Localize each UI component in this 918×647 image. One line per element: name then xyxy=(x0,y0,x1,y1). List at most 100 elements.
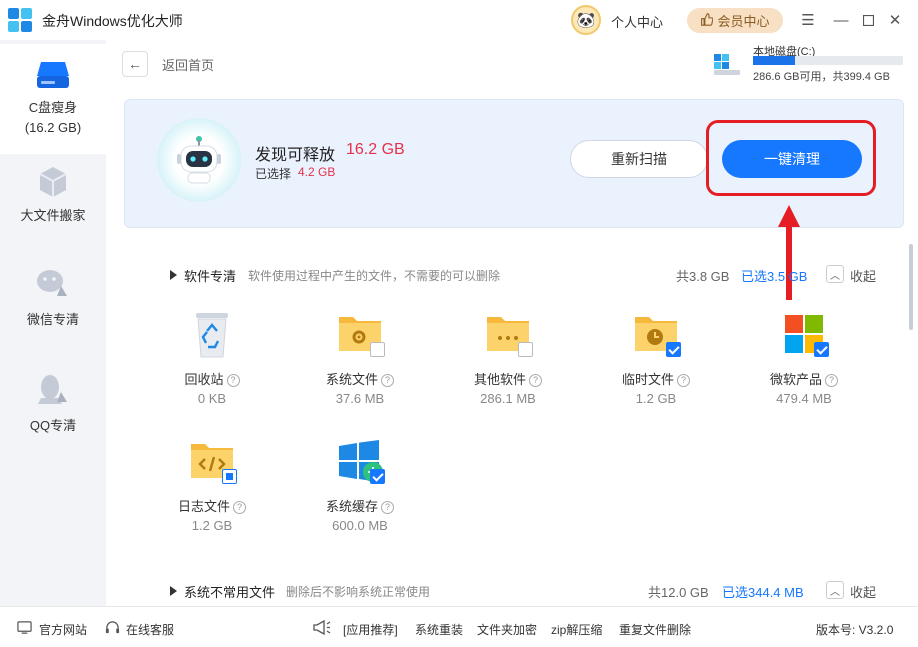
hard-drive-icon xyxy=(37,62,69,88)
section-title: 软件专清 xyxy=(184,269,237,284)
sidebar-item-label: 大文件搬家 xyxy=(20,208,86,223)
checkbox[interactable] xyxy=(370,342,385,357)
qq-broom-icon xyxy=(38,375,67,404)
help-icon[interactable]: ? xyxy=(226,374,240,387)
tile-name: 回收站 xyxy=(184,372,224,387)
help-icon[interactable]: ? xyxy=(677,374,690,387)
top-nav: ← 返回首页 本地磁盘(C:) 286.6 GB可用，共399.4 GB xyxy=(106,40,918,88)
checkbox-partial[interactable] xyxy=(222,469,237,484)
tile-log-files[interactable]: 日志文件? 1.2 GB xyxy=(162,438,262,538)
sidebar-item-large-files[interactable]: 大文件搬家 xyxy=(0,164,106,244)
arrow-left-icon: ← xyxy=(128,56,142,72)
help-icon[interactable]: ? xyxy=(529,374,542,387)
vip-center-label: 会员中心 xyxy=(717,14,770,29)
section-title: 系统不常用文件 xyxy=(184,585,276,600)
sidebar-item-label: QQ专清 xyxy=(29,418,77,433)
section-selected: 已选3.5 GB xyxy=(741,269,808,284)
sidebar-item-qq[interactable]: QQ专清 xyxy=(0,372,106,452)
app-title: 金舟Windows优化大师 xyxy=(42,13,183,29)
selected-size: 4.2 GB xyxy=(298,165,336,179)
footer-link-duplicate-delete[interactable]: 重复文件删除 xyxy=(619,621,691,638)
sidebar-item-wechat[interactable]: 微信专清 xyxy=(0,268,106,348)
tile-name: 其他软件 xyxy=(473,372,526,387)
minimize-icon[interactable]: — xyxy=(832,11,850,29)
sidebar: C盘瘦身 (16.2 GB) 大文件搬家 微信专清 QQ专清 xyxy=(0,40,106,606)
tile-name: 系统文件 xyxy=(325,372,378,387)
recycle-bin-icon xyxy=(196,313,228,358)
local-disk-icon xyxy=(714,54,740,75)
chevron-up-icon[interactable]: ︿ xyxy=(826,581,844,599)
tile-recycle-bin[interactable]: 回收站? 0 KB xyxy=(162,311,262,411)
app-logo-icon xyxy=(8,8,32,32)
help-icon[interactable]: ? xyxy=(381,501,394,514)
tile-other-software[interactable]: 其他软件? 286.1 MB xyxy=(458,311,558,411)
tile-size: 600.0 MB xyxy=(332,518,388,533)
section-desc: 软件使用过程中产生的文件，不需要的可以删除 xyxy=(248,269,501,283)
tile-size: 286.1 MB xyxy=(480,391,536,406)
globe-icon xyxy=(17,621,32,634)
tile-temp-files[interactable]: 临时文件? 1.2 GB xyxy=(606,311,706,411)
section-selected: 已选344.4 MB xyxy=(722,585,804,600)
tile-size: 37.6 MB xyxy=(335,391,385,406)
section-total: 共3.8 GB xyxy=(676,269,730,284)
user-center-link[interactable]: 个人中心 xyxy=(611,12,663,31)
rescan-button[interactable]: 重新扫描 xyxy=(570,140,708,178)
avatar[interactable]: 🐼 xyxy=(571,5,601,35)
triangle-right-icon[interactable] xyxy=(170,586,177,596)
tile-system-files[interactable]: 系统文件? 37.6 MB xyxy=(310,311,410,411)
section-header-software: 软件专清 软件使用过程中产生的文件，不需要的可以删除 共3.8 GB 已选3.5… xyxy=(170,265,890,286)
footer: 官方网站 在线客服 [应用推荐] 系统重装 文件夹加密 zip解压缩 重复文件删… xyxy=(0,606,918,647)
thumbs-up-icon xyxy=(700,12,714,29)
section-desc: 删除后不影响系统正常使用 xyxy=(286,585,431,599)
sidebar-item-c-drive[interactable]: C盘瘦身 (16.2 GB) xyxy=(0,44,106,154)
selected-label: 已选择 xyxy=(255,167,292,181)
tile-name: 系统缓存 xyxy=(325,499,378,514)
title-bar: 金舟Windows优化大师 🐼 个人中心 会员中心 ☰ — ✕ xyxy=(0,0,918,40)
tile-microsoft-products[interactable]: 微软产品? 479.4 MB xyxy=(754,311,854,411)
back-home-link[interactable]: 返回首页 xyxy=(162,55,214,74)
help-icon[interactable]: ? xyxy=(381,374,394,387)
help-icon[interactable]: ? xyxy=(233,501,246,514)
version-label: 版本号: V3.2.0 xyxy=(816,623,894,637)
section-total: 共12.0 GB xyxy=(648,585,709,600)
scrollbar[interactable] xyxy=(909,244,913,330)
tile-size: 1.2 GB xyxy=(191,518,233,533)
collapse-button[interactable]: 收起 xyxy=(850,582,876,601)
sidebar-item-label: 微信专清 xyxy=(26,312,79,327)
megaphone-icon xyxy=(313,619,331,636)
found-size: 16.2 GB xyxy=(346,141,405,158)
checkbox[interactable] xyxy=(518,342,533,357)
disk-info: 286.6 GB可用，共399.4 GB xyxy=(753,71,890,83)
tile-size: 0 KB xyxy=(197,391,227,406)
footer-link-system-reinstall[interactable]: 系统重装 xyxy=(415,621,463,638)
found-label: 发现可释放 xyxy=(255,147,336,164)
footer-link-folder-encrypt[interactable]: 文件夹加密 xyxy=(477,621,537,638)
maximize-icon[interactable] xyxy=(859,11,877,29)
tile-system-cache[interactable]: 系统缓存? 600.0 MB xyxy=(310,438,410,538)
sidebar-item-sublabel: (16.2 GB) xyxy=(24,120,82,135)
online-support-link[interactable]: 在线客服 xyxy=(126,621,174,638)
robot-icon xyxy=(157,118,241,202)
official-website-link[interactable]: 官方网站 xyxy=(39,621,87,638)
tile-size: 479.4 MB xyxy=(776,391,832,406)
box-icon xyxy=(39,167,67,197)
tile-size: 1.2 GB xyxy=(635,391,677,406)
chevron-up-icon[interactable]: ︿ xyxy=(826,265,844,283)
menu-icon[interactable]: ☰ xyxy=(799,11,817,29)
footer-link-zip[interactable]: zip解压缩 xyxy=(551,621,602,638)
back-button[interactable]: ← xyxy=(122,51,148,77)
tile-name: 临时文件 xyxy=(621,372,674,387)
help-icon[interactable]: ? xyxy=(825,374,838,387)
vip-center-button[interactable]: 会员中心 xyxy=(687,8,783,33)
disk-usage-bar xyxy=(753,56,903,65)
close-icon[interactable]: ✕ xyxy=(886,11,904,29)
checkbox-checked[interactable] xyxy=(666,342,681,357)
tile-name: 微软产品 xyxy=(769,372,822,387)
highlight-annotation xyxy=(706,120,876,196)
collapse-button[interactable]: 收起 xyxy=(850,266,876,285)
tile-name: 日志文件 xyxy=(177,499,230,514)
disk-usage-fill xyxy=(753,56,795,65)
checkbox-checked[interactable] xyxy=(370,469,385,484)
checkbox-checked[interactable] xyxy=(814,342,829,357)
triangle-right-icon[interactable] xyxy=(170,270,177,280)
